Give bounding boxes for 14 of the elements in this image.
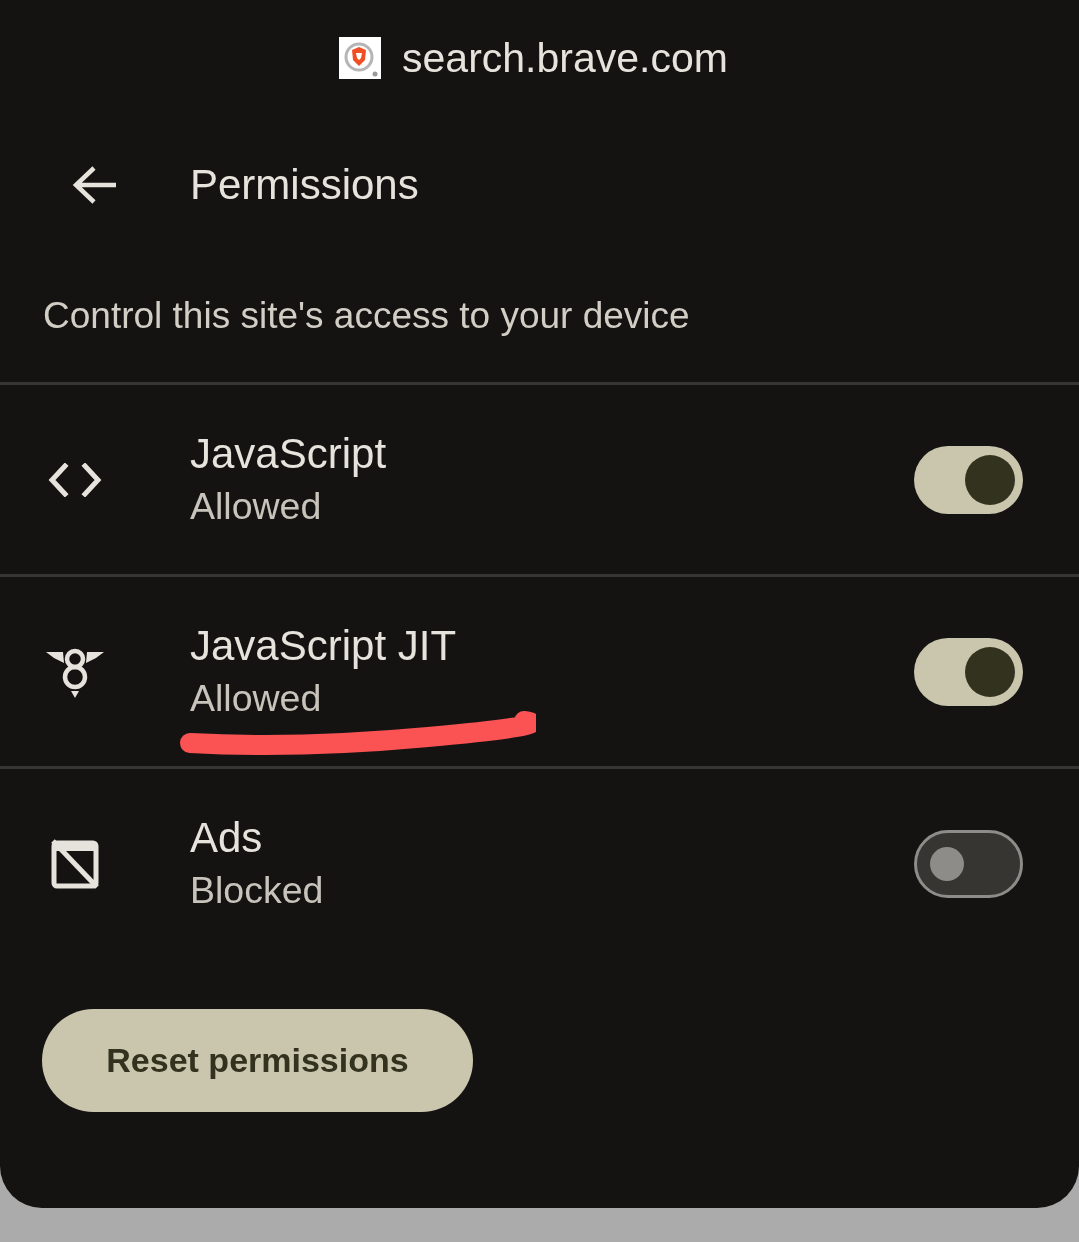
permission-name: JavaScript — [190, 428, 387, 479]
section-description: Control this site's access to your device — [43, 295, 690, 337]
crossed-square-icon — [50, 837, 100, 890]
reset-permissions-button[interactable]: Reset permissions — [42, 1009, 473, 1112]
permission-status: Allowed — [190, 483, 322, 529]
shield-favicon-icon — [339, 36, 382, 79]
permission-status: Allowed — [190, 675, 322, 721]
permission-status: Blocked — [190, 867, 324, 913]
site-address: search.brave.com — [402, 33, 728, 82]
page-title: Permissions — [190, 160, 419, 210]
code-brackets-icon — [48, 462, 102, 497]
permission-name: JavaScript JIT — [190, 620, 457, 671]
back-arrow-icon[interactable] — [72, 165, 118, 205]
permission-name: Ads — [190, 812, 263, 863]
